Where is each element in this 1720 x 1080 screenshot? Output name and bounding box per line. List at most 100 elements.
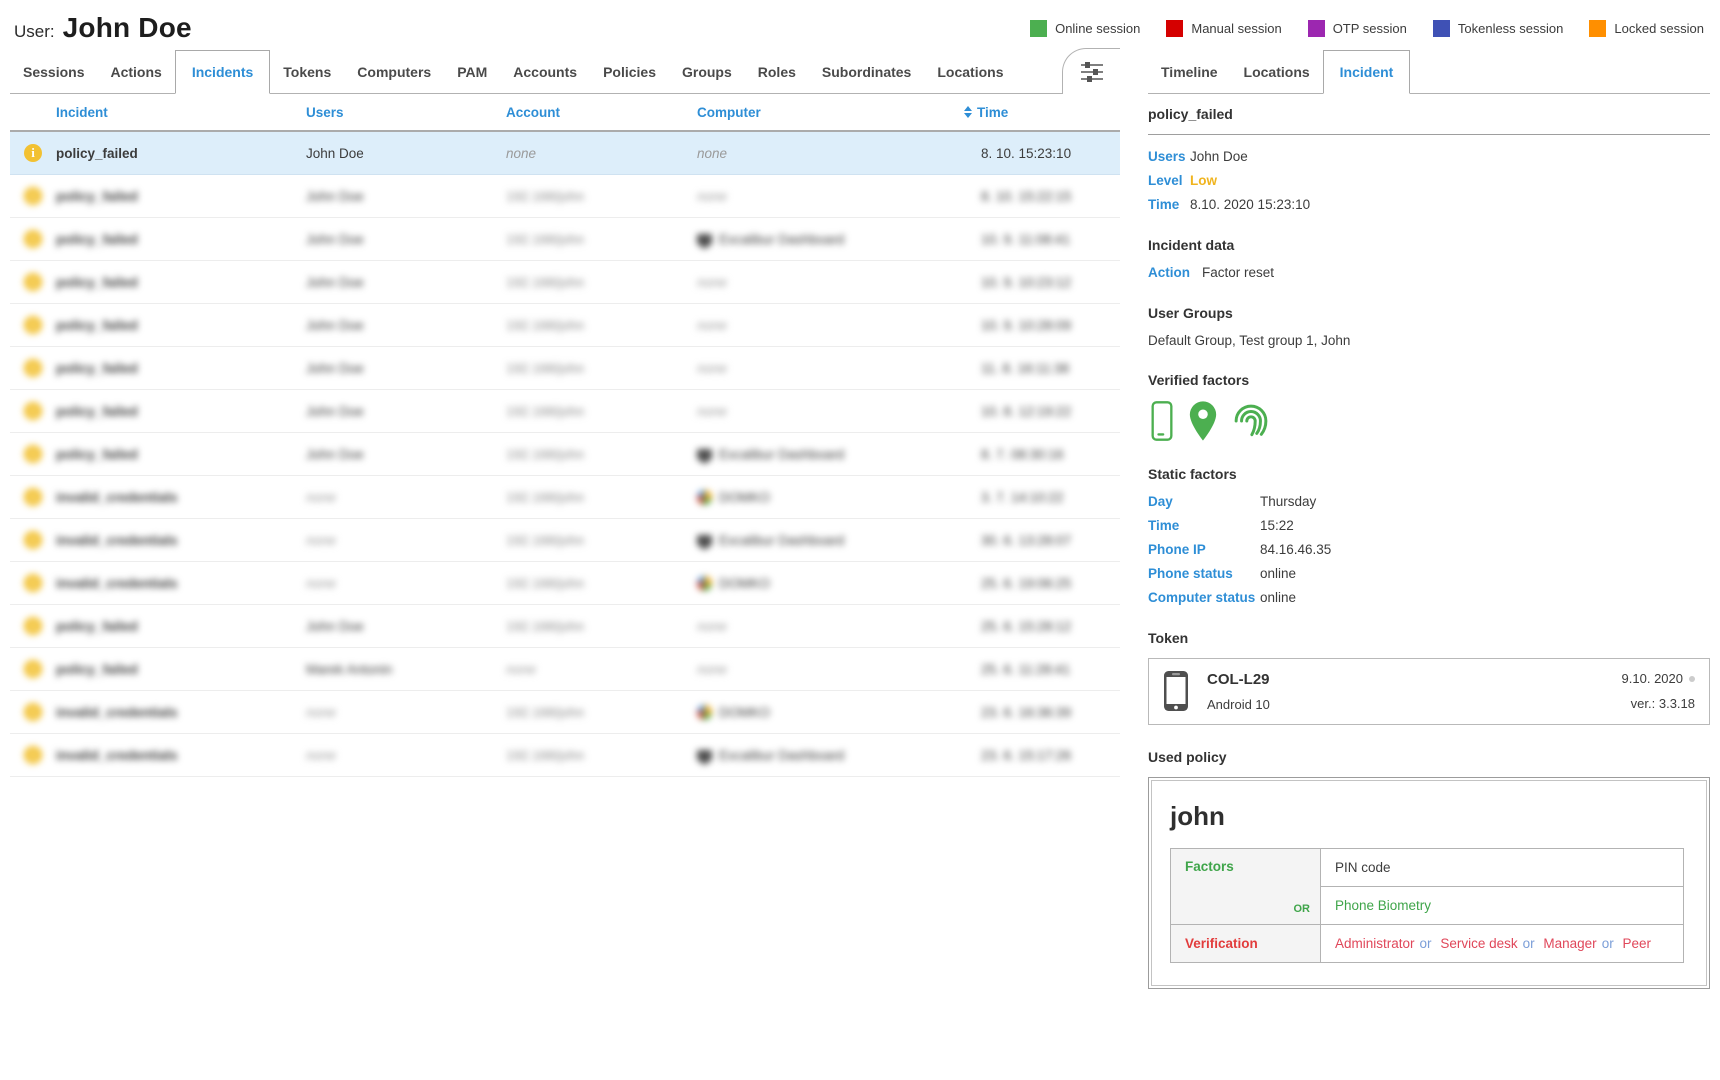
tab[interactable]: Locations xyxy=(924,50,1016,93)
static-factor-row: Computer status online xyxy=(1148,590,1710,606)
verification-header-cell: Verification xyxy=(1171,925,1321,963)
tab[interactable]: Incidents xyxy=(175,50,270,94)
verification-option: Manageror xyxy=(1543,936,1618,951)
incident-title: policy_failed xyxy=(1148,106,1710,122)
table-row-selected[interactable]: i policy_failed John Doe none none 8. 10… xyxy=(10,132,1120,175)
time-cell: 3. 7. 14:10:22 xyxy=(981,490,1064,505)
policy-name: john xyxy=(1170,801,1684,832)
table-row[interactable]: i policy_failed Marek Antonin none none … xyxy=(10,648,1120,691)
session-legend: Online session Manual session OTP sessio… xyxy=(1030,20,1704,37)
time-cell: 10. 9. 10:23:12 xyxy=(981,275,1071,290)
table-row[interactable]: i policy_failed John Doe 192.168/john no… xyxy=(10,347,1120,390)
column-header-users[interactable]: Users xyxy=(306,105,506,120)
tab[interactable]: Computers xyxy=(344,50,444,93)
token-status-dot xyxy=(1689,676,1695,682)
sort-icon xyxy=(964,106,972,118)
column-header-time[interactable]: Time xyxy=(961,105,1120,120)
tab[interactable]: Locations xyxy=(1231,50,1323,93)
info-icon: i xyxy=(24,359,42,377)
table-header-row: Incident Users Account Computer Time xyxy=(10,94,1120,132)
static-factor-value: Thursday xyxy=(1260,494,1316,510)
computer-cell: none xyxy=(697,404,727,419)
table-row[interactable]: i policy_failed John Doe 192.168/john Ex… xyxy=(10,433,1120,476)
static-factor-row: Time 15:22 xyxy=(1148,518,1710,534)
table-row[interactable]: i invalid_credentials none 192.168/john … xyxy=(10,476,1120,519)
time-cell: 23. 6. 15:17:26 xyxy=(981,748,1071,763)
table-row[interactable]: i invalid_credentials none 192.168/john … xyxy=(10,519,1120,562)
account-cell: 192.168/john xyxy=(506,361,584,376)
tab[interactable]: Accounts xyxy=(500,50,590,93)
info-icon: i xyxy=(24,746,42,764)
table-row[interactable]: i policy_failed John Doe 192.168/john no… xyxy=(10,605,1120,648)
tab[interactable]: Incident xyxy=(1323,50,1411,94)
incident-data-heading: Incident data xyxy=(1148,237,1710,253)
info-icon: i xyxy=(24,316,42,334)
page-header: User: John Doe Online session Manual ses… xyxy=(0,0,1720,46)
verification-option: Administratoror xyxy=(1335,936,1437,951)
incident-cell: policy_failed xyxy=(56,404,138,419)
computer-cell: DOMKO xyxy=(719,576,770,591)
static-factor-value: online xyxy=(1260,590,1296,606)
column-header-incident[interactable]: Incident xyxy=(56,105,306,120)
column-header-computer[interactable]: Computer xyxy=(697,105,961,120)
table-row[interactable]: i invalid_credentials none 192.168/john … xyxy=(10,691,1120,734)
account-cell: 192.168/john xyxy=(506,748,584,763)
legend-item: Locked session xyxy=(1589,20,1704,37)
table-row[interactable]: i policy_failed John Doe 192.168/john Ex… xyxy=(10,218,1120,261)
table-row[interactable]: i policy_failed John Doe 192.168/john no… xyxy=(10,175,1120,218)
incident-cell: policy_failed xyxy=(56,275,138,290)
tab[interactable]: Policies xyxy=(590,50,669,93)
static-factor-value: 84.16.46.35 xyxy=(1260,542,1331,558)
table-row[interactable]: i invalid_credentials none 192.168/john … xyxy=(10,562,1120,605)
table-row[interactable]: i policy_failed John Doe 192.168/john no… xyxy=(10,390,1120,433)
users-cell: Marek Antonin xyxy=(306,662,392,677)
factors-header-cell: Factors OR xyxy=(1171,849,1321,925)
account-cell: 192.168/john xyxy=(506,619,584,634)
incident-cell: policy_failed xyxy=(56,447,138,462)
tab[interactable]: Timeline xyxy=(1148,50,1231,93)
static-factor-label: Day xyxy=(1148,494,1260,510)
time-header-label: Time xyxy=(977,105,1008,120)
computer-cell: none xyxy=(697,275,727,290)
static-factor-row: Phone IP 84.16.46.35 xyxy=(1148,542,1710,558)
tab[interactable]: Groups xyxy=(669,50,745,93)
field-action: Action Factor reset xyxy=(1148,265,1710,281)
time-cell: 8. 10. 15:22:15 xyxy=(981,189,1071,204)
tab[interactable]: Tokens xyxy=(270,50,344,93)
used-policy-heading: Used policy xyxy=(1148,749,1710,765)
legend-item: OTP session xyxy=(1308,20,1407,37)
account-cell: 192.168/john xyxy=(506,447,584,462)
token-card[interactable]: COL-L29 Android 10 9.10. 2020 ver.: 3.3.… xyxy=(1148,658,1710,725)
tab[interactable]: Actions xyxy=(97,50,174,93)
static-factor-row: Phone status online xyxy=(1148,566,1710,582)
table-filter-button[interactable] xyxy=(1062,48,1120,94)
users-cell: John Doe xyxy=(306,146,506,161)
computer-cell: Excalibur Dashboard xyxy=(719,232,844,247)
tab[interactable]: Roles xyxy=(745,50,809,93)
incident-detail: policy_failed Users John Doe Level Low T… xyxy=(1148,94,1710,989)
table-row[interactable]: i invalid_credentials none 192.168/john … xyxy=(10,734,1120,777)
token-meta: 9.10. 2020 ver.: 3.3.18 xyxy=(1622,671,1695,711)
static-factor-row: Day Thursday xyxy=(1148,494,1710,510)
table-row[interactable]: i policy_failed John Doe 192.168/john no… xyxy=(10,261,1120,304)
smartphone-icon xyxy=(1163,670,1189,712)
info-icon: i xyxy=(24,488,42,506)
field-time: Time 8.10. 2020 15:23:10 xyxy=(1148,197,1710,213)
tab[interactable]: Sessions xyxy=(10,50,97,93)
computer-cell: DOMKO xyxy=(719,490,770,505)
account-cell: 192.168/john xyxy=(506,318,584,333)
table-row[interactable]: i policy_failed John Doe 192.168/john no… xyxy=(10,304,1120,347)
page-title: User: John Doe xyxy=(14,12,192,44)
level-label: Level xyxy=(1148,173,1190,189)
tab[interactable]: PAM xyxy=(444,50,500,93)
computer-cell: none xyxy=(697,146,727,161)
column-header-account[interactable]: Account xyxy=(506,105,697,120)
tab[interactable]: Subordinates xyxy=(809,50,924,93)
time-value: 8.10. 2020 15:23:10 xyxy=(1190,197,1310,213)
time-cell: 11. 8. 16:11:38 xyxy=(981,361,1069,376)
legend-color-swatch xyxy=(1308,20,1325,37)
verification-cell: Administratoror Service deskor Manageror… xyxy=(1321,925,1684,963)
legend-item: Online session xyxy=(1030,20,1140,37)
info-icon: i xyxy=(24,531,42,549)
fingerprint-icon xyxy=(1230,400,1272,442)
